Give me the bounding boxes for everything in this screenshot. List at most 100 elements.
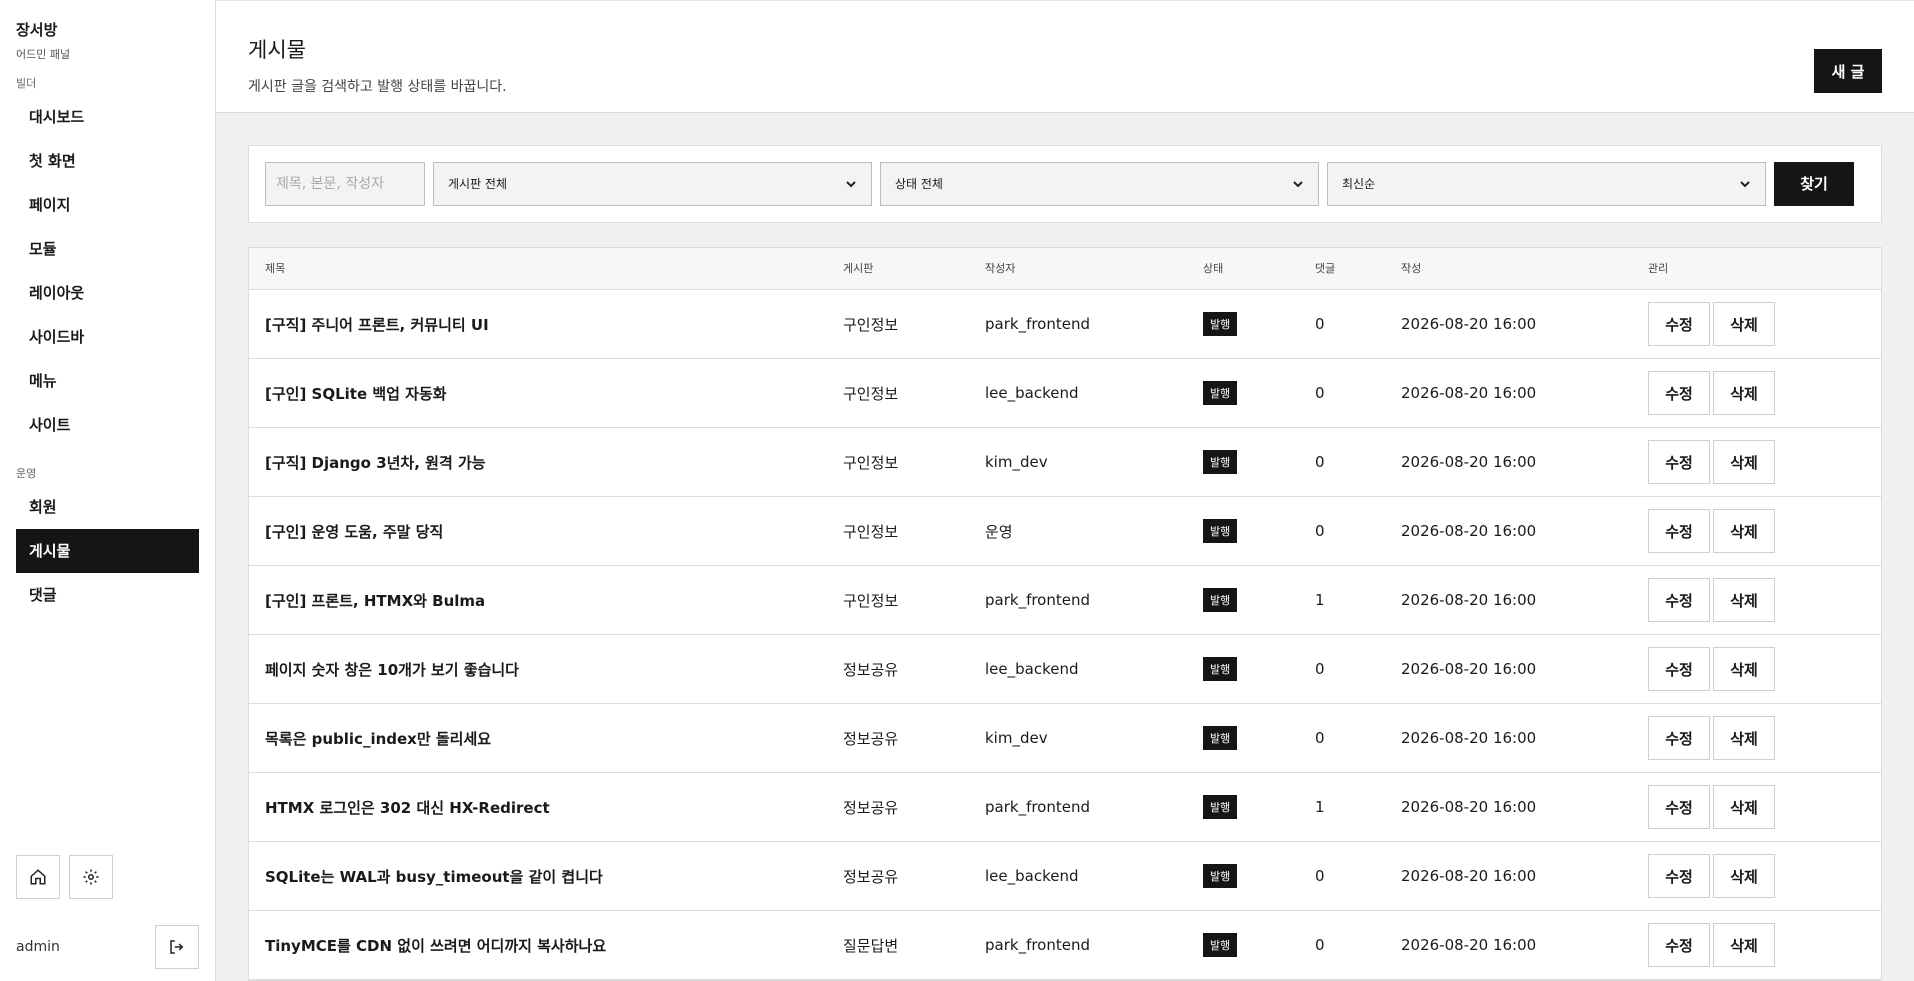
sidebar-item[interactable]: 회원	[16, 485, 199, 529]
sidebar-item[interactable]: 메뉴	[16, 359, 199, 403]
find-button[interactable]: 찾기	[1774, 161, 1854, 206]
column-header: 게시판	[827, 247, 969, 290]
post-title: [구인] SQLite 백업 자동화	[265, 384, 447, 403]
table-row: [구인] 프론트, HTMX와 Bulma 구인정보 park_frontend 발행…	[249, 566, 1881, 635]
status-cell: 발행	[1187, 704, 1299, 773]
post-comment-count: 0	[1315, 453, 1325, 471]
sidebar-item[interactable]: 첫 화면	[16, 139, 199, 183]
post-author: park_frontend	[985, 936, 1091, 954]
home-button[interactable]	[16, 855, 60, 899]
status-cell: 발행	[1187, 566, 1299, 635]
edit-button[interactable]: 수정	[1648, 647, 1710, 691]
delete-button[interactable]: 삭제	[1713, 923, 1775, 967]
sidebar-item[interactable]: 페이지	[16, 183, 199, 227]
edit-button[interactable]: 수정	[1648, 785, 1710, 829]
post-title: [구인] 프론트, HTMX와 Bulma	[265, 591, 486, 610]
edit-button[interactable]: 수정	[1648, 440, 1710, 484]
edit-button[interactable]: 수정	[1648, 578, 1710, 622]
table-row: HTMX 로그인은 302 대신 HX-Redirect 정보공유 park_fro…	[249, 773, 1881, 842]
edit-button[interactable]: 수정	[1648, 302, 1710, 346]
filter-bar: 게시판 전체 상태 전체 최신순 찾기	[248, 144, 1882, 223]
chevron-down-icon	[1740, 180, 1750, 187]
post-created: 2026-08-20 16:00	[1401, 315, 1537, 333]
post-title: HTMX 로그인은 302 대신 HX-Redirect	[265, 798, 550, 817]
sidebar-item[interactable]: 사이드바	[16, 315, 199, 359]
post-title: [구직] Django 3년차, 원격 가능	[265, 453, 486, 472]
row-actions: 수정 삭제	[1632, 359, 1881, 428]
post-comment-count: 0	[1315, 936, 1325, 954]
column-header: 작성자	[969, 247, 1187, 290]
delete-button[interactable]: 삭제	[1713, 509, 1775, 553]
delete-button[interactable]: 삭제	[1713, 578, 1775, 622]
delete-button[interactable]: 삭제	[1713, 854, 1775, 898]
sidebar-item[interactable]: 대시보드	[16, 95, 199, 139]
post-title: TinyMCE를 CDN 없이 쓰려면 어디까지 복사하나요	[265, 936, 607, 955]
status-cell: 발행	[1187, 359, 1299, 428]
settings-button[interactable]	[69, 855, 113, 899]
sidebar-footer: admin	[16, 855, 199, 981]
post-board: 질문답변	[843, 936, 899, 955]
edit-button[interactable]: 수정	[1648, 509, 1710, 553]
edit-button[interactable]: 수정	[1648, 923, 1710, 967]
post-author: 운영	[985, 522, 1013, 541]
table-body: [구직] 주니어 프론트, 커뮤니티 UI 구인정보 park_frontend 발행…	[249, 290, 1881, 980]
board-select[interactable]: 게시판 전체	[433, 161, 872, 206]
new-post-button[interactable]: 새 글	[1814, 49, 1882, 93]
post-author: park_frontend	[985, 315, 1091, 333]
status-badge: 발행	[1203, 795, 1238, 819]
delete-button[interactable]: 삭제	[1713, 440, 1775, 484]
logout-icon	[170, 940, 184, 954]
brand-title: 장서방	[16, 21, 58, 39]
search-input[interactable]	[265, 161, 425, 206]
logout-button[interactable]	[155, 925, 199, 969]
chevron-down-icon	[1293, 180, 1303, 187]
posts-table: 제목 게시판 작성자 상태 댓글 작성 관리 [구직] 주니어 프론트, 커뮤니티 UI 구인…	[248, 246, 1882, 981]
post-created: 2026-08-20 16:00	[1401, 384, 1537, 402]
status-badge: 발행	[1203, 450, 1238, 474]
post-author: kim_dev	[985, 453, 1048, 471]
delete-button[interactable]: 삭제	[1713, 785, 1775, 829]
sidebar-item[interactable]: 모듈	[16, 227, 199, 271]
sort-select[interactable]: 최신순	[1327, 161, 1766, 206]
post-title: [구인] 운영 도움, 주말 당직	[265, 522, 444, 541]
post-author: park_frontend	[985, 798, 1091, 816]
post-board: 정보공유	[843, 660, 899, 679]
post-comment-count: 0	[1315, 729, 1325, 747]
status-select[interactable]: 상태 전체	[880, 161, 1319, 206]
post-board: 구인정보	[843, 522, 899, 541]
post-created: 2026-08-20 16:00	[1401, 660, 1537, 678]
post-comment-count: 0	[1315, 867, 1325, 885]
post-title: 목록은 public_index만 돌리세요	[265, 729, 492, 748]
delete-button[interactable]: 삭제	[1713, 302, 1775, 346]
column-header: 상태	[1187, 247, 1299, 290]
delete-button[interactable]: 삭제	[1713, 371, 1775, 415]
column-header: 작성	[1385, 247, 1632, 290]
sidebar-item[interactable]: 사이트	[16, 403, 199, 447]
row-actions: 수정 삭제	[1632, 773, 1881, 842]
status-cell: 발행	[1187, 842, 1299, 911]
post-comment-count: 0	[1315, 522, 1325, 540]
sidebar-nav: 빌더 대시보드 첫 화면 페이지 모듈 레이아웃 사이드바 메뉴 사이트 운영 회원 게시물 댓글	[16, 75, 199, 617]
status-badge: 발행	[1203, 933, 1238, 957]
edit-button[interactable]: 수정	[1648, 854, 1710, 898]
row-actions: 수정 삭제	[1632, 842, 1881, 911]
board-select-value: 게시판 전체	[448, 177, 508, 191]
table-row: [구직] Django 3년차, 원격 가능 구인정보 kim_dev 발행 0 2026…	[249, 428, 1881, 497]
page-title: 게시물	[248, 38, 306, 62]
delete-button[interactable]: 삭제	[1713, 647, 1775, 691]
main-content: 게시물 게시판 글을 검색하고 발행 상태를 바꿉니다. 새 글 게시판 전체 …	[216, 0, 1914, 981]
edit-button[interactable]: 수정	[1648, 716, 1710, 760]
edit-button[interactable]: 수정	[1648, 371, 1710, 415]
sidebar-item[interactable]: 게시물	[16, 529, 199, 573]
delete-button[interactable]: 삭제	[1713, 716, 1775, 760]
page-description: 게시판 글을 검색하고 발행 상태를 바꿉니다.	[248, 79, 507, 95]
post-author: park_frontend	[985, 591, 1091, 609]
post-author: lee_backend	[985, 867, 1079, 885]
table-row: 목록은 public_index만 돌리세요 정보공유 kim_dev 발행 0 2026…	[249, 704, 1881, 773]
post-author: lee_backend	[985, 384, 1079, 402]
sidebar-item[interactable]: 댓글	[16, 573, 199, 617]
column-header: 제목	[249, 247, 827, 290]
table-row: [구인] 운영 도움, 주말 당직 구인정보 운영 발행 0 2026-08-20 16:…	[249, 497, 1881, 566]
chevron-down-icon	[846, 180, 856, 187]
sidebar-item[interactable]: 레이아웃	[16, 271, 199, 315]
